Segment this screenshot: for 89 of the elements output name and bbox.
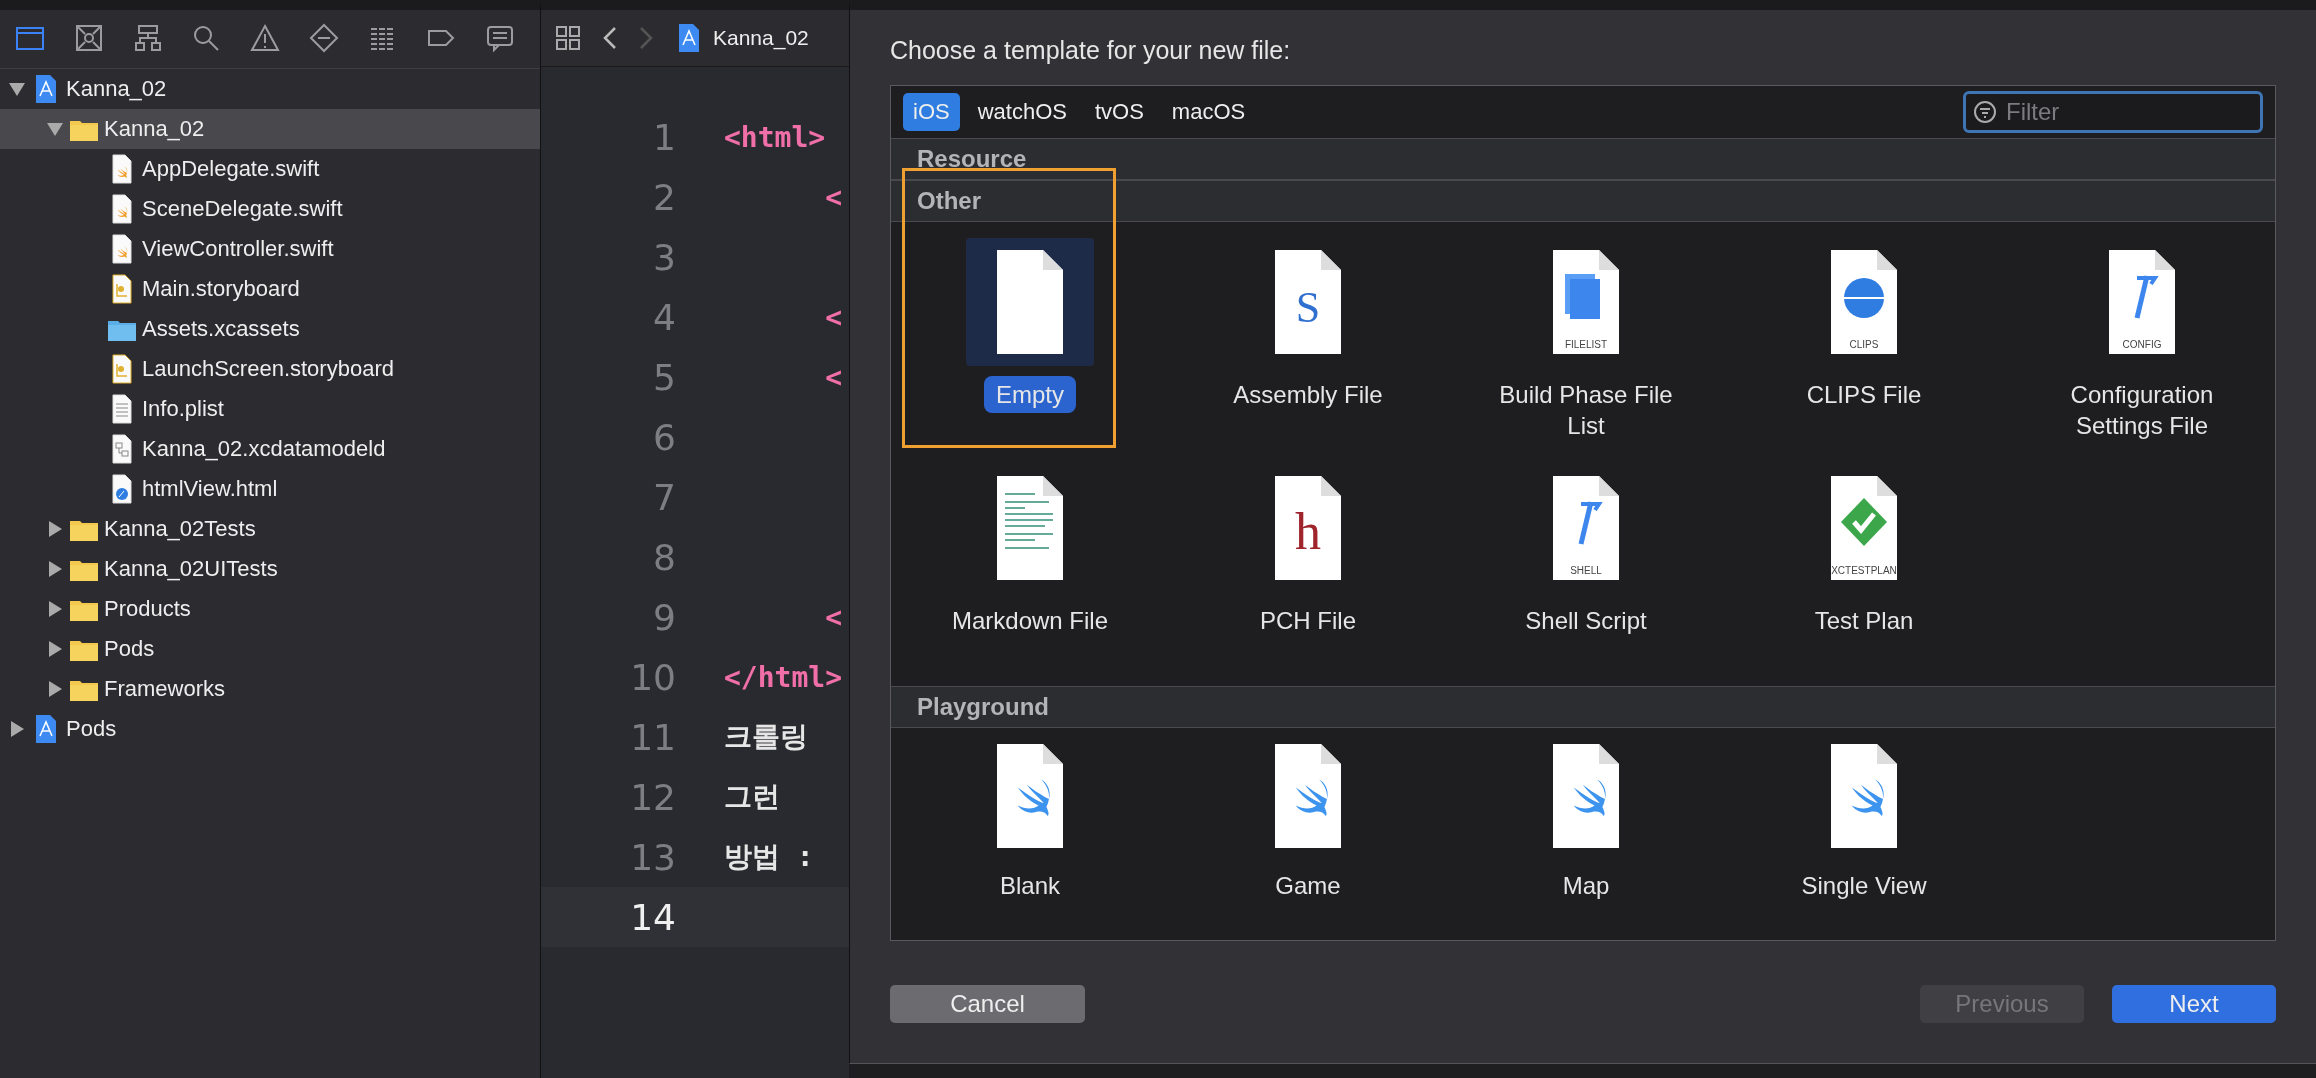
section-header: Other	[891, 180, 2275, 222]
section-header: Resource	[891, 138, 2275, 180]
collapse-triangle-icon[interactable]	[8, 80, 26, 98]
back-icon[interactable]	[603, 26, 617, 50]
filter-icon	[1973, 100, 1997, 124]
tree-item[interactable]: Info.plist	[0, 389, 540, 429]
grid-icon[interactable]	[555, 25, 581, 51]
section-header: Playground	[891, 686, 2275, 728]
template-name[interactable]: Shell Script	[1471, 602, 1701, 640]
filter-field[interactable]: Filter	[1963, 91, 2263, 133]
tree-item[interactable]: LaunchScreen.storyboard	[0, 349, 540, 389]
line-number: 2	[652, 176, 676, 218]
tree-item[interactable]: SceneDelegate.swift	[0, 189, 540, 229]
template-name[interactable]: PCH File	[1193, 602, 1423, 640]
line-number: 5	[652, 356, 676, 398]
line-number: 11	[629, 716, 676, 758]
line-number: 14	[629, 896, 676, 938]
dialog-title: Choose a template for your new file:	[890, 35, 1292, 66]
expand-triangle-icon[interactable]	[46, 520, 64, 538]
tree-item[interactable]: Kanna_02UITests	[0, 549, 540, 589]
template-name[interactable]: Map	[1471, 866, 1701, 904]
config-file-icon: CONFIG	[2107, 248, 2177, 356]
code-line: <	[824, 300, 842, 334]
code-line: <	[824, 360, 842, 394]
template-name[interactable]: Configuration Settings File	[2027, 376, 2257, 445]
tree-item[interactable]: Kanna_02	[0, 69, 540, 109]
empty-file-icon	[995, 248, 1065, 356]
tree-item[interactable]: Assets.xcassets	[0, 309, 540, 349]
tree-item[interactable]: Frameworks	[0, 669, 540, 709]
expand-triangle-icon[interactable]	[8, 720, 26, 738]
line-number: 9	[652, 596, 676, 638]
line-number: 7	[652, 476, 676, 518]
platform-tab[interactable]: macOS	[1161, 93, 1256, 131]
line-number: 13	[629, 836, 676, 878]
tree-item[interactable]: ViewController.swift	[0, 229, 540, 269]
platform-tab[interactable]: tvOS	[1084, 93, 1154, 131]
shell-file-icon: SHELL	[1551, 474, 1621, 582]
line-number: 8	[652, 536, 676, 578]
template-name[interactable]: Blank	[915, 866, 1145, 904]
swift-file-icon	[1551, 742, 1621, 851]
filelist-file-icon: FILELIST	[1551, 248, 1621, 356]
template-name[interactable]: Empty	[984, 376, 1076, 414]
swift-file-icon	[1273, 742, 1343, 851]
file-tab[interactable]: Kanna_02	[713, 26, 809, 50]
code-line: <html>	[724, 120, 826, 154]
line-number: 10	[629, 656, 676, 698]
expand-triangle-icon[interactable]	[46, 680, 64, 698]
expand-triangle-icon[interactable]	[46, 560, 64, 578]
line-number: 12	[629, 776, 676, 818]
template-name[interactable]: Build Phase File List	[1471, 376, 1701, 445]
expand-triangle-icon[interactable]	[46, 600, 64, 618]
template-name[interactable]: Single View	[1749, 866, 1979, 904]
tree-item[interactable]: Kanna_02	[0, 109, 540, 149]
line-number: 6	[652, 416, 676, 458]
template-name[interactable]: Assembly File	[1193, 376, 1423, 414]
tree-item[interactable]: htmlView.html	[0, 469, 540, 509]
code-line: 방법 :	[724, 839, 814, 875]
platform-tab[interactable]: watchOS	[967, 93, 1077, 131]
template-name[interactable]: Game	[1193, 866, 1423, 904]
swift-file-icon	[1829, 742, 1899, 851]
assembly-file-icon: S	[1273, 248, 1343, 356]
tree-item[interactable]: Main.storyboard	[0, 269, 540, 309]
swift-file-icon	[995, 742, 1065, 851]
code-line: 크롤링	[724, 719, 808, 755]
tree-item[interactable]: Pods	[0, 709, 540, 749]
code-line: </html>	[724, 660, 842, 694]
tree-item[interactable]: Kanna_02.xcdatamodeld	[0, 429, 540, 469]
line-number: 3	[652, 236, 676, 278]
line-number: 1	[652, 116, 676, 158]
code-line: 그런	[724, 779, 780, 815]
testplan-file-icon: XCTESTPLAN	[1829, 474, 1899, 582]
dialog-button[interactable]: Cancel	[890, 985, 1085, 1023]
pch-file-icon: h	[1273, 474, 1343, 582]
clips-file-icon: CLIPS	[1829, 248, 1899, 356]
template-name[interactable]: Test Plan	[1749, 602, 1979, 640]
tree-item[interactable]: Kanna_02Tests	[0, 509, 540, 549]
tree-item[interactable]: AppDelegate.swift	[0, 149, 540, 189]
collapse-triangle-icon[interactable]	[46, 120, 64, 138]
template-name[interactable]: Markdown File	[915, 602, 1145, 640]
expand-triangle-icon[interactable]	[46, 640, 64, 658]
platform-tab[interactable]: iOS	[903, 93, 960, 131]
tree-item[interactable]: Pods	[0, 629, 540, 669]
code-line: <	[824, 600, 842, 634]
tree-item[interactable]: Products	[0, 589, 540, 629]
line-number: 4	[652, 296, 676, 338]
markdown-file-icon	[995, 474, 1065, 582]
code-line: <	[824, 180, 842, 214]
dialog-button[interactable]: Next	[2112, 985, 2276, 1023]
template-name[interactable]: CLIPS File	[1749, 376, 1979, 414]
